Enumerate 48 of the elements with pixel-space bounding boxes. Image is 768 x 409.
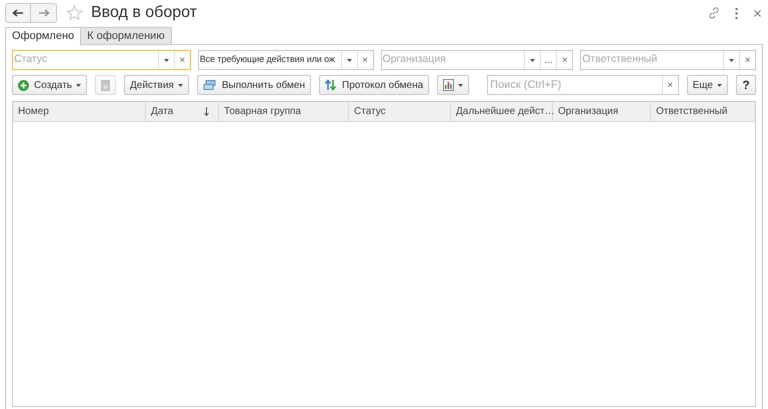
star-icon[interactable] <box>66 5 83 21</box>
column-header[interactable]: Ответственный <box>651 102 755 121</box>
caret-icon <box>76 84 82 86</box>
protocol-button[interactable]: Протокол обмена <box>319 75 430 95</box>
menu-button[interactable]: Еще <box>686 75 728 95</box>
close-icon[interactable] <box>754 10 761 16</box>
plus-icon <box>18 80 29 90</box>
caret-icon <box>178 84 183 86</box>
up-down-arrows-icon <box>325 79 336 91</box>
clear-button[interactable]: × <box>356 51 372 69</box>
report-icon <box>443 79 454 91</box>
report-button[interactable] <box>437 75 470 95</box>
document-icon <box>101 80 110 90</box>
filter-field[interactable]: Все требующие действия или ож × <box>198 50 374 70</box>
column-header[interactable]: Дальнейшее дейст… <box>451 102 553 121</box>
link-icon[interactable] <box>708 7 720 19</box>
forward-arrow-icon <box>38 9 50 17</box>
column-header[interactable]: Организация <box>553 102 651 121</box>
clear-button[interactable]: × <box>556 51 572 69</box>
tab[interactable]: Оформлено <box>5 27 82 46</box>
search-field[interactable]: Поиск (Ctrl+F) × <box>487 75 679 95</box>
choose-button[interactable]: ... <box>540 51 556 69</box>
column-header[interactable]: Дата <box>146 102 219 121</box>
clear-button[interactable]: × <box>738 51 755 69</box>
column-header[interactable]: Статус <box>349 102 451 121</box>
tab[interactable]: К оформлению <box>80 27 172 45</box>
window-title: Ввод в оборот <box>91 3 197 23</box>
filter-field[interactable]: Ответственный × <box>580 50 756 70</box>
caret-icon <box>458 84 464 86</box>
caret-icon <box>530 58 536 62</box>
column-header[interactable]: Номер <box>13 102 146 121</box>
filter-field[interactable]: Статус × <box>12 50 191 70</box>
sort-arrow-icon <box>204 107 209 116</box>
caret-icon <box>717 84 722 86</box>
exchange-button[interactable]: Выполнить обмен <box>196 75 311 95</box>
clear-button[interactable]: × <box>174 51 190 69</box>
caret-icon <box>164 58 169 62</box>
column-header[interactable]: Товарная группа <box>219 102 349 121</box>
more-vertical-icon[interactable] <box>735 8 738 18</box>
stack-icon <box>202 80 216 90</box>
filter-field[interactable]: Организация ... × <box>380 50 574 70</box>
help-button[interactable]: ? <box>736 75 756 95</box>
caret-icon <box>728 58 734 62</box>
clear-button[interactable]: × <box>662 76 678 94</box>
menu-button[interactable]: Действия <box>124 75 189 95</box>
caret-icon <box>346 58 352 62</box>
create-button[interactable]: Создать <box>12 75 88 95</box>
back-arrow-icon <box>12 9 24 17</box>
